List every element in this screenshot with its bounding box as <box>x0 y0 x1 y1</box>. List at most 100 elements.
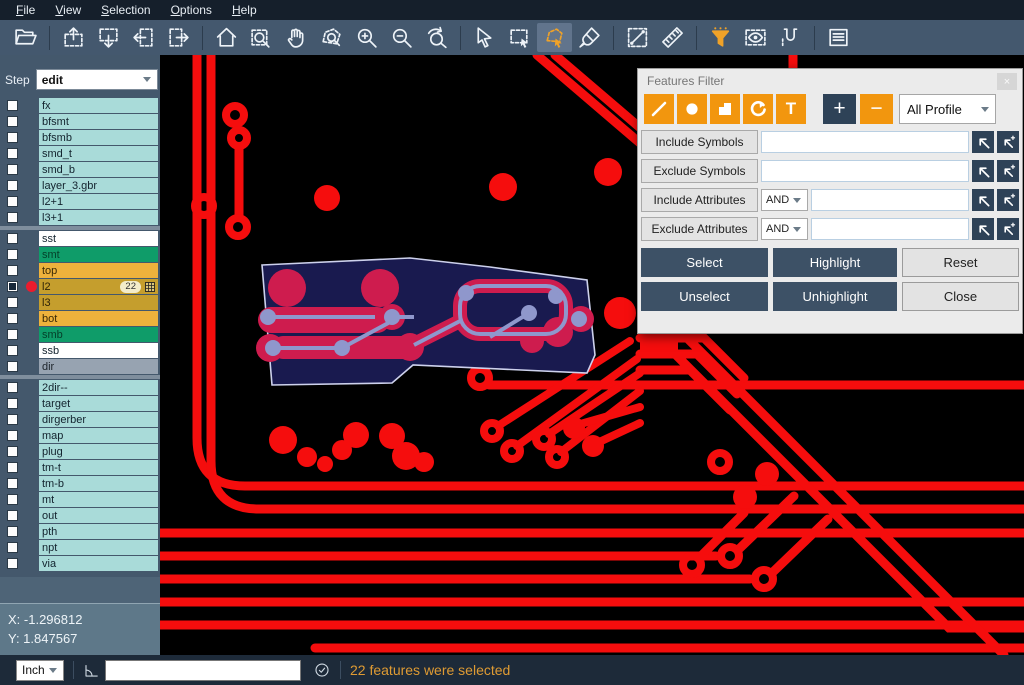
toolbar-button-pan-up[interactable] <box>56 23 91 52</box>
unit-select[interactable]: Inch <box>16 660 64 681</box>
layer-row-target[interactable]: target <box>0 396 160 411</box>
toolbar-button-view-options[interactable] <box>738 23 773 52</box>
layer-visibility-checkbox[interactable] <box>7 494 18 505</box>
layer-visibility-checkbox[interactable] <box>7 116 18 127</box>
include-symbols-label-button[interactable]: Include Symbols <box>641 130 758 154</box>
select-button[interactable]: Select <box>641 248 768 277</box>
layer-row-bot[interactable]: bot <box>0 311 160 326</box>
layer-visibility-checkbox[interactable] <box>7 265 18 276</box>
layer-visibility-checkbox[interactable] <box>7 313 18 324</box>
layer-visibility-checkbox[interactable] <box>7 446 18 457</box>
toolbar-button-zoom-polygon[interactable] <box>314 23 349 52</box>
layer-row-npt[interactable]: npt <box>0 540 160 555</box>
layer-row-smd_b[interactable]: smd_b <box>0 162 160 177</box>
feature-type-surface-button[interactable] <box>710 94 740 124</box>
layer-row-fx[interactable]: fx <box>0 98 160 113</box>
toolbar-button-layers-panel[interactable] <box>821 23 856 52</box>
layer-name-cell[interactable]: target <box>39 396 158 411</box>
close-icon[interactable]: × <box>997 73 1017 90</box>
layer-name-cell[interactable]: plug <box>39 444 158 459</box>
layer-row-bfsmt[interactable]: bfsmt <box>0 114 160 129</box>
layer-name-cell[interactable]: bfsmt <box>39 114 158 129</box>
pick-add-from-screen-icon[interactable] <box>997 131 1019 153</box>
grid-icon[interactable] <box>145 282 155 292</box>
exclude-symbols-input[interactable] <box>761 160 969 182</box>
layer-name-cell[interactable]: pth <box>39 524 158 539</box>
layer-name-cell[interactable]: smd_t <box>39 146 158 161</box>
toolbar-button-open-file[interactable] <box>8 23 43 52</box>
layer-visibility-checkbox[interactable] <box>7 100 18 111</box>
layer-name-cell[interactable]: l3 <box>39 295 158 310</box>
toolbar-button-select-cursor[interactable] <box>467 23 502 52</box>
toolbar-button-zoom-out[interactable] <box>384 23 419 52</box>
layer-visibility-checkbox[interactable] <box>7 430 18 441</box>
toolbar-button-zoom-in[interactable] <box>349 23 384 52</box>
layer-name-cell[interactable]: bfsmb <box>39 130 158 145</box>
layer-name-cell[interactable]: bot <box>39 311 158 326</box>
layer-name-cell[interactable]: dirgerber <box>39 412 158 427</box>
unhighlight-button[interactable]: Unhighlight <box>773 282 897 311</box>
menu-selection[interactable]: Selection <box>91 1 160 20</box>
layer-visibility-checkbox[interactable] <box>7 132 18 143</box>
layer-visibility-checkbox[interactable] <box>7 329 18 340</box>
layer-name-cell[interactable]: 2dir-- <box>39 380 158 395</box>
layer-name-cell[interactable]: tm-b <box>39 476 158 491</box>
layer-name-cell[interactable]: ssb <box>39 343 158 358</box>
layer-row-2dir--[interactable]: 2dir-- <box>0 380 160 395</box>
menu-view[interactable]: View <box>45 1 91 20</box>
layer-row-pth[interactable]: pth <box>0 524 160 539</box>
layer-name-cell[interactable]: l3+1 <box>39 210 158 225</box>
layer-row-out[interactable]: out <box>0 508 160 523</box>
toolbar-button-pan-left[interactable] <box>126 23 161 52</box>
toolbar-button-features-filter[interactable] <box>703 23 738 52</box>
layer-row-l3+1[interactable]: l3+1 <box>0 210 160 225</box>
layer-row-smb[interactable]: smb <box>0 327 160 342</box>
layer-row-via[interactable]: via <box>0 556 160 571</box>
layer-name-cell[interactable]: dir <box>39 359 158 374</box>
menu-help[interactable]: Help <box>222 1 267 20</box>
layer-row-l2[interactable]: l222 <box>0 279 160 294</box>
pick-add-from-screen-icon[interactable] <box>997 218 1019 240</box>
feature-type-pad-button[interactable] <box>677 94 707 124</box>
layer-visibility-checkbox[interactable] <box>7 164 18 175</box>
layer-row-top[interactable]: top <box>0 263 160 278</box>
pick-from-screen-icon[interactable] <box>972 189 994 211</box>
layer-visibility-checkbox[interactable] <box>7 462 18 473</box>
menu-options[interactable]: Options <box>161 1 222 20</box>
pick-add-from-screen-icon[interactable] <box>997 160 1019 182</box>
layer-row-bfsmb[interactable]: bfsmb <box>0 130 160 145</box>
toolbar-button-select-rectangle[interactable] <box>502 23 537 52</box>
layer-row-mt[interactable]: mt <box>0 492 160 507</box>
layer-name-cell[interactable]: via <box>39 556 158 571</box>
layer-row-sst[interactable]: sst <box>0 231 160 246</box>
layer-name-cell[interactable]: map <box>39 428 158 443</box>
layer-name-cell[interactable]: top <box>39 263 158 278</box>
exclude-attributes-input[interactable] <box>811 218 969 240</box>
toolbar-button-mass-edit[interactable] <box>572 23 607 52</box>
include-attributes-operator-select[interactable]: AND <box>761 189 808 211</box>
layer-row-dirgerber[interactable]: dirgerber <box>0 412 160 427</box>
layer-visibility-checkbox[interactable] <box>7 542 18 553</box>
pick-from-screen-icon[interactable] <box>972 218 994 240</box>
toolbar-button-select-polygon[interactable] <box>537 23 572 52</box>
toolbar-button-pan-right[interactable] <box>161 23 196 52</box>
highlight-button[interactable]: Highlight <box>773 248 897 277</box>
layer-visibility-checkbox[interactable] <box>7 180 18 191</box>
add-filter-button[interactable]: + <box>823 94 856 124</box>
toolbar-button-pan-down[interactable] <box>91 23 126 52</box>
layer-name-cell[interactable]: l222 <box>39 279 158 294</box>
remove-filter-button[interactable]: − <box>860 94 893 124</box>
layer-name-cell[interactable]: out <box>39 508 158 523</box>
layer-row-ssb[interactable]: ssb <box>0 343 160 358</box>
toolbar-button-zoom-previous[interactable] <box>419 23 454 52</box>
layer-name-cell[interactable]: fx <box>39 98 158 113</box>
exclude-attributes-operator-select[interactable]: AND <box>761 218 808 240</box>
layer-visibility-checkbox[interactable] <box>7 281 18 292</box>
layer-name-cell[interactable]: mt <box>39 492 158 507</box>
include-symbols-input[interactable] <box>761 131 969 153</box>
layer-row-tm-t[interactable]: tm-t <box>0 460 160 475</box>
layer-name-cell[interactable]: layer_3.gbr <box>39 178 158 193</box>
layer-visibility-checkbox[interactable] <box>7 196 18 207</box>
reset-button[interactable]: Reset <box>902 248 1019 277</box>
layer-row-l3[interactable]: l3 <box>0 295 160 310</box>
